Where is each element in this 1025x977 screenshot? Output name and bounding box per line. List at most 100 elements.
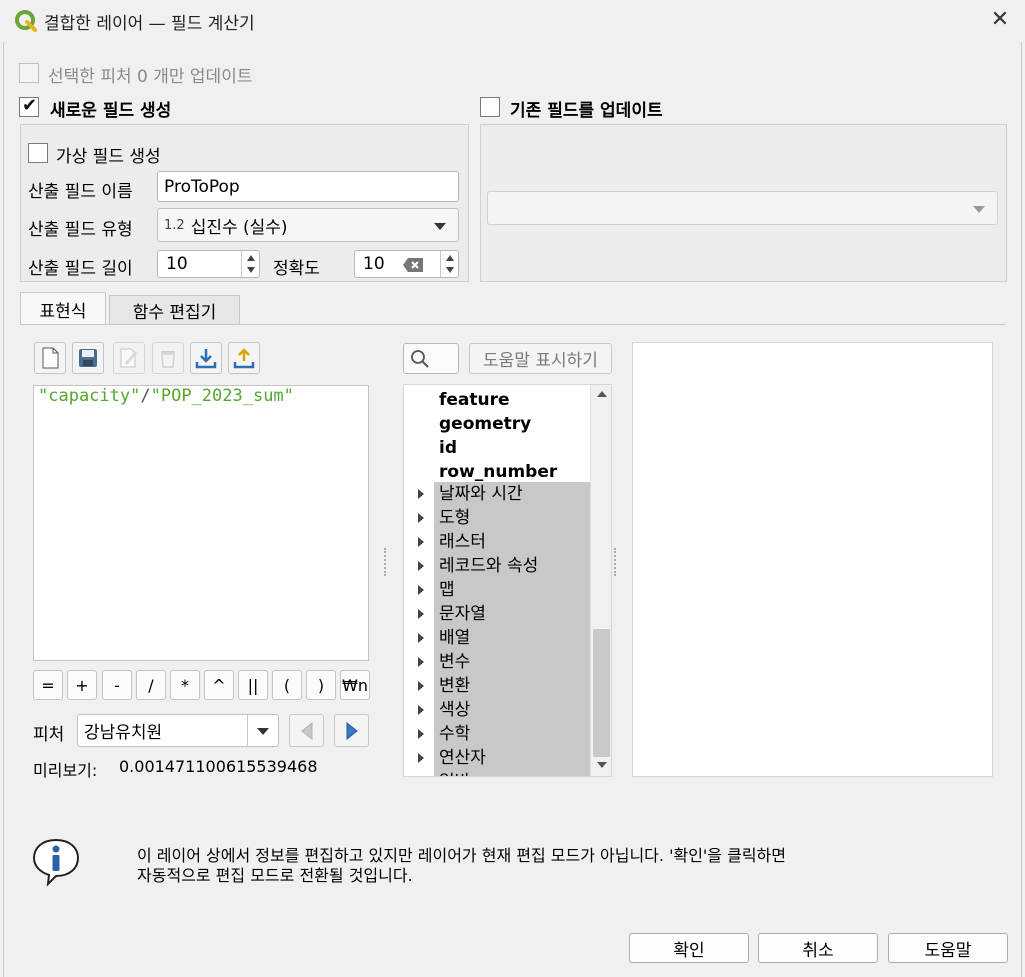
virtual-field-checkbox[interactable] [28, 143, 48, 163]
ok-button[interactable]: 확인 [629, 933, 749, 963]
tree-group-datetime[interactable]: 날짜와 시간 [404, 482, 590, 506]
help-panel [632, 342, 993, 777]
expand-arrow-icon[interactable] [418, 489, 424, 499]
output-length-spinbox[interactable]: 10 [157, 250, 260, 278]
close-icon[interactable]: ✕ [986, 6, 1014, 34]
create-field-checkbox[interactable] [19, 95, 39, 117]
operator-close-paren-button[interactable]: ) [306, 670, 336, 700]
export-button[interactable] [228, 342, 260, 374]
tab-divider [20, 324, 1005, 325]
clear-icon[interactable] [402, 257, 424, 273]
operator-newline-button[interactable]: ₩n [340, 670, 370, 700]
operator-divide-button[interactable]: / [136, 670, 166, 700]
export-icon [233, 348, 255, 369]
output-length-value: 10 [166, 254, 188, 274]
new-file-icon [42, 347, 59, 369]
operator-open-paren-button[interactable]: ( [272, 670, 302, 700]
spin-down-icon[interactable] [446, 267, 454, 273]
tree-group-map[interactable]: 맵 [404, 578, 590, 602]
tree-group-conversion[interactable]: 변환 [404, 674, 590, 698]
import-button[interactable] [190, 342, 222, 374]
expand-arrow-icon[interactable] [418, 729, 424, 739]
tree-group-math[interactable]: 수학 [404, 722, 590, 746]
expression-operator: / [140, 386, 151, 406]
operator-minus-button[interactable]: - [102, 670, 132, 700]
tree-group-string[interactable]: 문자열 [404, 602, 590, 626]
tree-group-geometry[interactable]: 도형 [404, 506, 590, 530]
arrow-right-icon [346, 721, 358, 740]
spin-up-icon[interactable] [446, 255, 454, 261]
operator-power-button[interactable]: ^ [204, 670, 234, 700]
existing-field-select[interactable] [487, 191, 998, 225]
cancel-button[interactable]: 취소 [758, 933, 878, 963]
tree-group-color[interactable]: 색상 [404, 698, 590, 722]
search-icon [411, 349, 429, 368]
tree-group-raster[interactable]: 래스터 [404, 530, 590, 554]
update-selected-checkbox[interactable] [19, 63, 39, 83]
output-name-input[interactable]: ProToPop [157, 171, 459, 202]
tree-group-variables[interactable]: 변수 [404, 650, 590, 674]
output-type-select[interactable]: 1.2 십진수 (실수) [157, 208, 459, 242]
expand-arrow-icon[interactable] [418, 705, 424, 715]
import-icon [195, 349, 217, 369]
feature-value: 강남유치원 [84, 723, 163, 743]
expand-arrow-icon[interactable] [418, 585, 424, 595]
feature-select[interactable]: 강남유치원 [77, 714, 279, 747]
tree-scrollbar[interactable] [590, 385, 611, 776]
virtual-field-label: 가상 필드 생성 [56, 147, 161, 167]
output-type-label: 산출 필드 유형 [28, 220, 133, 240]
scroll-up-icon[interactable] [596, 390, 608, 398]
update-existing-checkbox[interactable] [480, 97, 500, 117]
expression-editor[interactable]: "capacity"/"POP_2023_sum" [33, 385, 369, 661]
spin-down-icon[interactable] [247, 267, 255, 273]
expand-arrow-icon[interactable] [418, 609, 424, 619]
trash-icon [161, 351, 175, 368]
tree-group-general[interactable]: 일반 [404, 770, 590, 776]
spin-up-icon[interactable] [247, 255, 255, 261]
search-input[interactable] [403, 343, 459, 374]
next-feature-button[interactable] [334, 714, 369, 747]
spin-buttons[interactable] [241, 251, 259, 277]
scrollbar-thumb[interactable] [593, 629, 610, 757]
edit-button[interactable] [113, 342, 145, 374]
expand-arrow-icon[interactable] [418, 657, 424, 667]
output-name-value: ProToPop [164, 176, 240, 197]
operator-equals-button[interactable]: = [33, 670, 63, 700]
expand-arrow-icon[interactable] [418, 753, 424, 763]
tab-function-editor[interactable]: 함수 편집기 [109, 295, 240, 325]
tab-expression[interactable]: 표현식 [20, 292, 106, 325]
splitter-handle[interactable] [384, 548, 388, 576]
save-button[interactable] [72, 342, 104, 374]
operator-plus-button[interactable]: + [67, 670, 97, 700]
precision-spinbox[interactable]: 10 [354, 250, 459, 278]
tree-group-record-attributes[interactable]: 레코드와 속성 [404, 554, 590, 578]
help-button[interactable]: 도움말 [888, 933, 1008, 963]
tree-item-variable[interactable]: geometry [404, 412, 590, 436]
expand-arrow-icon[interactable] [418, 633, 424, 643]
expand-arrow-icon[interactable] [418, 681, 424, 691]
splitter-handle[interactable] [614, 548, 618, 576]
precision-label: 정확도 [273, 259, 320, 279]
expand-arrow-icon[interactable] [418, 513, 424, 523]
new-file-button[interactable] [34, 342, 66, 374]
show-help-button[interactable]: 도움말 표시하기 [469, 343, 612, 374]
tree-group-array[interactable]: 배열 [404, 626, 590, 650]
chevron-down-icon [434, 223, 446, 230]
tree-item-variable[interactable]: id [404, 436, 590, 460]
scroll-down-icon[interactable] [596, 761, 608, 769]
spin-buttons[interactable] [440, 251, 458, 277]
output-name-label: 산출 필드 이름 [28, 182, 133, 202]
operator-multiply-button[interactable]: * [170, 670, 200, 700]
arrow-left-icon [300, 721, 312, 740]
expand-arrow-icon[interactable] [418, 561, 424, 571]
tree-group-operators[interactable]: 연산자 [404, 746, 590, 770]
info-message-line2: 자동적으로 편집 모드로 전환될 것입니다. [137, 866, 413, 885]
operator-concat-button[interactable]: || [238, 670, 268, 700]
output-type-value: 십진수 (실수) [190, 217, 288, 238]
previous-feature-button[interactable] [289, 714, 324, 747]
tree-item-variable[interactable]: feature [404, 388, 590, 412]
expand-arrow-icon[interactable] [418, 537, 424, 547]
tree-item-variable[interactable]: row_number [404, 460, 590, 484]
delete-button[interactable] [152, 342, 184, 374]
function-tree: feature geometry id row_number 날짜와 시간 도형… [403, 384, 612, 777]
